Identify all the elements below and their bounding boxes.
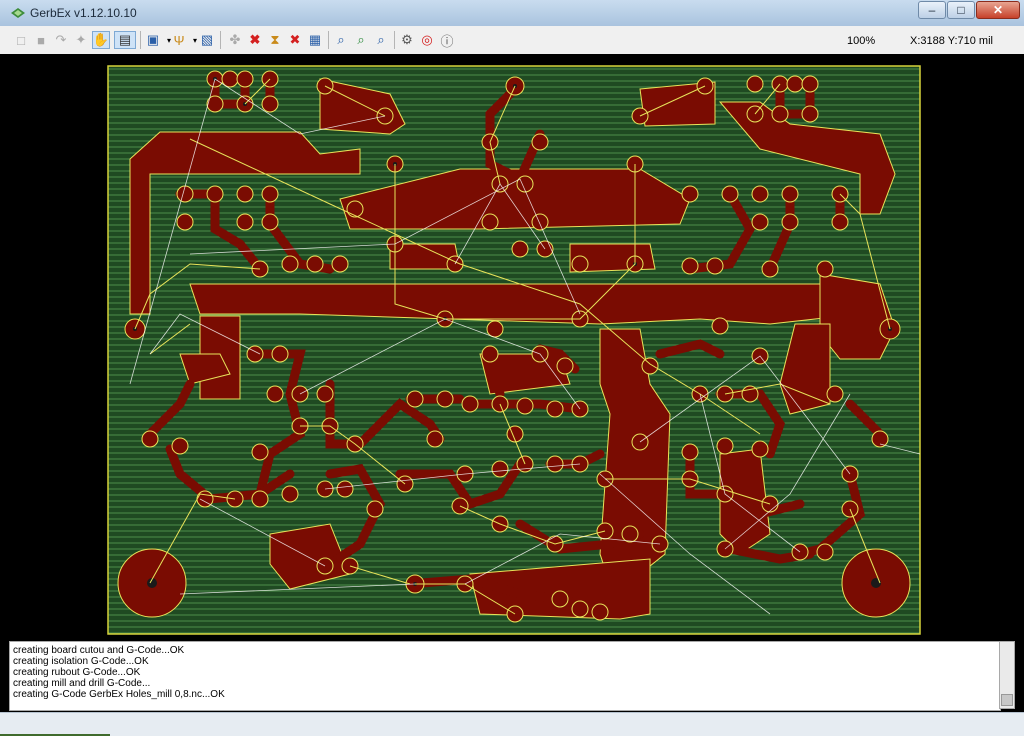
zoom-level: 100% (847, 35, 876, 47)
cursor-coordinates: X:3188 Y:710 mil (910, 35, 993, 47)
new-icon[interactable]: □ (12, 31, 30, 49)
zoom-fit-icon[interactable]: ⌕ (372, 31, 390, 49)
info-icon[interactable]: ⓘ (438, 31, 456, 49)
pcb-view[interactable] (0, 54, 1024, 640)
console-scrollbar[interactable] (999, 641, 1015, 709)
pcb-canvas[interactable] (0, 54, 1024, 640)
copy-icon[interactable]: ▦ (306, 31, 324, 49)
scroll-thumb[interactable] (1001, 694, 1013, 706)
toolbar-separator (394, 31, 395, 49)
save-icon[interactable]: ▧ (198, 31, 216, 49)
log-line: creating mill and drill G-Code... (13, 678, 151, 689)
toolbar-separator (328, 31, 329, 49)
window-title: GerbEx v1.12.10.10 (30, 6, 137, 20)
maximize-button[interactable]: □ (947, 1, 975, 19)
log-line: creating isolation G-Code...OK (13, 656, 149, 667)
delete-all-icon[interactable]: ✖ (286, 31, 304, 49)
log-console[interactable]: creating board cutou and G-Code...OK cre… (9, 641, 1001, 711)
status-bar (0, 712, 1024, 736)
measure-icon[interactable]: ▤ (114, 31, 136, 49)
minimize-button[interactable]: – (918, 1, 946, 19)
delete-net-icon[interactable]: ⧗ (266, 31, 284, 49)
toolbar-separator (140, 31, 141, 49)
settings-icon[interactable]: ⚙ (398, 31, 416, 49)
toolbar: □ ■ ↷ ✦ ✋ ▤ ▣ ▾ Ψ ▾ ▧ ✤ ✖ ⧗ ✖ ▦ ⌕ ⌕ ⌕ ⚙ … (0, 26, 1024, 55)
app-window: GerbEx v1.12.10.10 – □ ✕ □ ■ ↷ ✦ ✋ ▤ ▣ ▾… (0, 0, 1024, 736)
help-icon[interactable]: ◎ (418, 31, 436, 49)
toolbar-separator (220, 31, 221, 49)
move-icon[interactable]: ✋ (92, 31, 110, 49)
zoom-in-icon[interactable]: ⌕ (332, 31, 350, 49)
pointer-icon[interactable]: ✦ (72, 31, 90, 49)
close-icon: ✕ (992, 3, 1004, 17)
app-icon (11, 8, 25, 18)
maximize-icon: □ (957, 3, 965, 17)
drill-icon[interactable]: ✤ (226, 31, 244, 49)
log-line: creating rubout G-Code...OK (13, 667, 141, 678)
log-line: creating G-Code GerbEx Holes_mill 0,8.nc… (13, 689, 225, 700)
zoom-out-icon[interactable]: ⌕ (352, 31, 370, 49)
log-lines: creating board cutou and G-Code...OK cre… (13, 645, 225, 700)
close-button[interactable]: ✕ (976, 1, 1020, 19)
title-bar: GerbEx v1.12.10.10 – □ ✕ (0, 0, 1024, 27)
minimize-icon: – (928, 3, 936, 17)
delete-icon[interactable]: ✖ (246, 31, 264, 49)
export-icon[interactable]: ↷ (52, 31, 70, 49)
open-icon[interactable]: ■ (32, 31, 50, 49)
log-line: creating board cutou and G-Code...OK (13, 645, 185, 656)
